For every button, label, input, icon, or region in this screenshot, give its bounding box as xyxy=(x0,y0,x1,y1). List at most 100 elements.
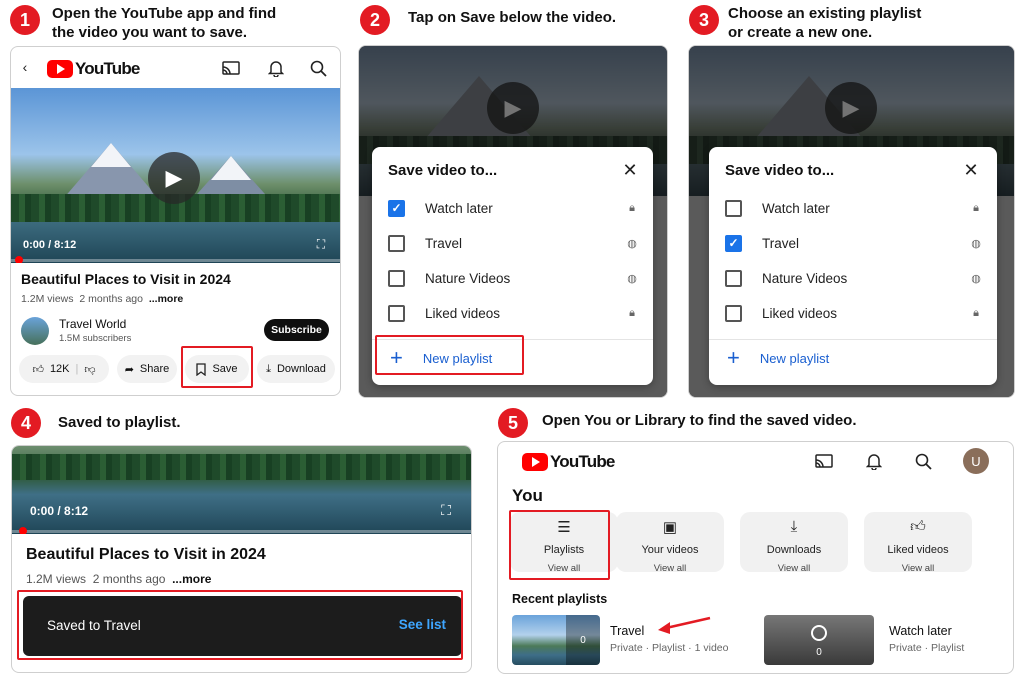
new-playlist-button[interactable]: + New playlist xyxy=(727,347,829,369)
step-5-phone-frame: YouTube U You ☰ Playlists View all ▣ You… xyxy=(497,441,1014,674)
video-timestamp: 0:00 / 8:12 xyxy=(23,239,77,251)
highlight-playlists xyxy=(509,510,610,580)
progress-bar[interactable] xyxy=(12,530,471,533)
dialog-title: Save video to... xyxy=(388,162,498,179)
option-label: Watch later xyxy=(762,200,830,216)
progress-bar[interactable] xyxy=(11,259,340,262)
more-link[interactable]: ...more xyxy=(149,293,183,305)
highlight-save xyxy=(181,346,253,388)
youtube-logo[interactable]: YouTube xyxy=(47,59,140,79)
step-1-title-line1: Open the YouTube app and find xyxy=(52,5,277,22)
subscriber-count: 1.5M subscribers xyxy=(59,333,132,344)
step-1-title: Open the YouTube app and find the video … xyxy=(52,4,276,42)
account-avatar[interactable]: U xyxy=(963,448,989,474)
bell-icon[interactable] xyxy=(266,59,286,77)
lock-icon: 🔒︎ xyxy=(973,201,979,214)
playlist-option-nature-videos[interactable]: Nature Videos ◍ xyxy=(725,268,983,288)
arrow-annotation xyxy=(658,616,711,634)
thumbs-down-icon[interactable]: 👎︎ xyxy=(84,363,95,376)
step-5-title: Open You or Library to find the saved vi… xyxy=(542,412,857,429)
playlist-name-travel[interactable]: Travel xyxy=(610,624,644,638)
thumbs-up-icon[interactable]: 👍︎ xyxy=(32,363,44,376)
tile-downloads[interactable]: ⤓ Downloads View all xyxy=(740,512,848,574)
playlist-option-liked-videos[interactable]: Liked videos 🔒︎ xyxy=(725,303,983,323)
video-player[interactable]: 0:00 / 8:12 ⛶ xyxy=(12,446,471,534)
cast-icon[interactable] xyxy=(814,452,834,470)
tile-view-all: View all xyxy=(901,563,935,574)
checkbox-checked[interactable]: ✓ xyxy=(388,199,405,217)
download-button[interactable]: ⤓ Download xyxy=(257,355,335,383)
dialog-title: Save video to... xyxy=(725,162,835,179)
play-icon: ▶ xyxy=(825,82,877,134)
subscribe-button[interactable]: Subscribe xyxy=(264,319,329,341)
playlist-option-liked-videos[interactable]: Liked videos 🔒︎ xyxy=(388,303,639,323)
tile-liked-videos[interactable]: 👍︎ Liked videos View all xyxy=(864,512,972,574)
more-link[interactable]: ...more xyxy=(172,572,211,586)
fullscreen-icon[interactable]: ⛶ xyxy=(314,237,328,251)
checkbox[interactable] xyxy=(388,234,405,252)
video-player[interactable]: ▶ 0:00 / 8:12 ⛶ xyxy=(11,88,340,263)
like-count[interactable]: 12K xyxy=(50,363,70,375)
new-playlist-label: New playlist xyxy=(759,350,830,366)
view-count: 1.2M views xyxy=(21,293,74,305)
close-icon[interactable]: ✕ xyxy=(621,160,639,180)
search-icon[interactable] xyxy=(308,59,328,77)
snow-cap xyxy=(91,143,131,167)
channel-name[interactable]: Travel World xyxy=(59,317,126,331)
share-button[interactable]: ➦ Share xyxy=(117,355,177,383)
playlist-option-watch-later[interactable]: ✓ Watch later 🔒︎ xyxy=(388,198,639,218)
checkbox[interactable] xyxy=(725,304,742,322)
option-label: Liked videos xyxy=(762,305,838,321)
playlist-option-watch-later[interactable]: Watch later 🔒︎ xyxy=(725,198,983,218)
youtube-wordmark: YouTube xyxy=(75,59,140,78)
close-icon[interactable]: ✕ xyxy=(962,160,980,180)
video-meta: 1.2M views 2 months ago ...more xyxy=(26,572,211,586)
step-number-2: 2 xyxy=(360,5,390,35)
checkbox-checked[interactable]: ✓ xyxy=(725,234,742,252)
play-icon: ▶ xyxy=(487,82,539,134)
step-2-title: Tap on Save below the video. xyxy=(408,9,617,26)
playlist-option-nature-videos[interactable]: Nature Videos ◍ xyxy=(388,268,639,288)
step-number-5: 5 xyxy=(498,408,528,438)
download-label: Download xyxy=(276,363,326,375)
checkbox[interactable] xyxy=(725,199,742,217)
playlist-thumbnail-travel[interactable]: 0 xyxy=(512,615,600,665)
playlist-name-watch-later[interactable]: Watch later xyxy=(889,624,952,638)
share-icon: ➦ xyxy=(124,363,134,376)
globe-icon: ◍ xyxy=(627,272,637,285)
play-square-icon: ▣ xyxy=(662,519,678,536)
divider: | xyxy=(75,363,79,375)
checkbox[interactable] xyxy=(725,269,742,287)
search-icon[interactable] xyxy=(913,452,933,470)
tile-label: Liked videos xyxy=(887,544,949,556)
bell-icon[interactable] xyxy=(864,452,884,470)
share-label: Share xyxy=(139,363,170,375)
youtube-play-icon xyxy=(47,60,73,78)
checkbox[interactable] xyxy=(388,304,405,322)
youtube-logo[interactable]: YouTube xyxy=(522,452,615,472)
step-1-title-line2: the video you want to save. xyxy=(52,24,248,41)
back-icon[interactable]: ‹ xyxy=(19,59,31,75)
progress-scrubber[interactable] xyxy=(15,256,23,263)
tile-view-all: View all xyxy=(777,563,811,574)
youtube-wordmark: YouTube xyxy=(550,452,615,471)
channel-avatar[interactable] xyxy=(21,317,49,345)
playlist-option-travel[interactable]: Travel ◍ xyxy=(388,233,639,253)
video-meta: 1.2M views 2 months ago ...more xyxy=(21,293,183,305)
fullscreen-icon[interactable]: ⛶ xyxy=(438,502,454,518)
playlist-thumbnail-watch-later[interactable]: 0 xyxy=(764,615,874,665)
highlight-toast xyxy=(17,590,463,660)
tile-your-videos[interactable]: ▣ Your videos View all xyxy=(616,512,724,574)
play-icon[interactable]: ▶ xyxy=(148,152,200,204)
progress-scrubber[interactable] xyxy=(19,527,27,534)
playlist-meta: Private · Playlist · 1 video xyxy=(610,642,729,654)
youtube-play-icon xyxy=(522,453,548,471)
checkbox[interactable] xyxy=(388,269,405,287)
save-dialog: Save video to... ✕ Watch later 🔒︎ ✓ Trav… xyxy=(709,147,997,385)
playlist-count: 0 xyxy=(816,647,822,658)
tile-view-all: View all xyxy=(653,563,687,574)
playlist-option-travel[interactable]: ✓ Travel ◍ xyxy=(725,233,983,253)
tile-label: Downloads xyxy=(766,544,822,556)
you-heading: You xyxy=(512,486,543,505)
cast-icon[interactable] xyxy=(221,59,241,77)
